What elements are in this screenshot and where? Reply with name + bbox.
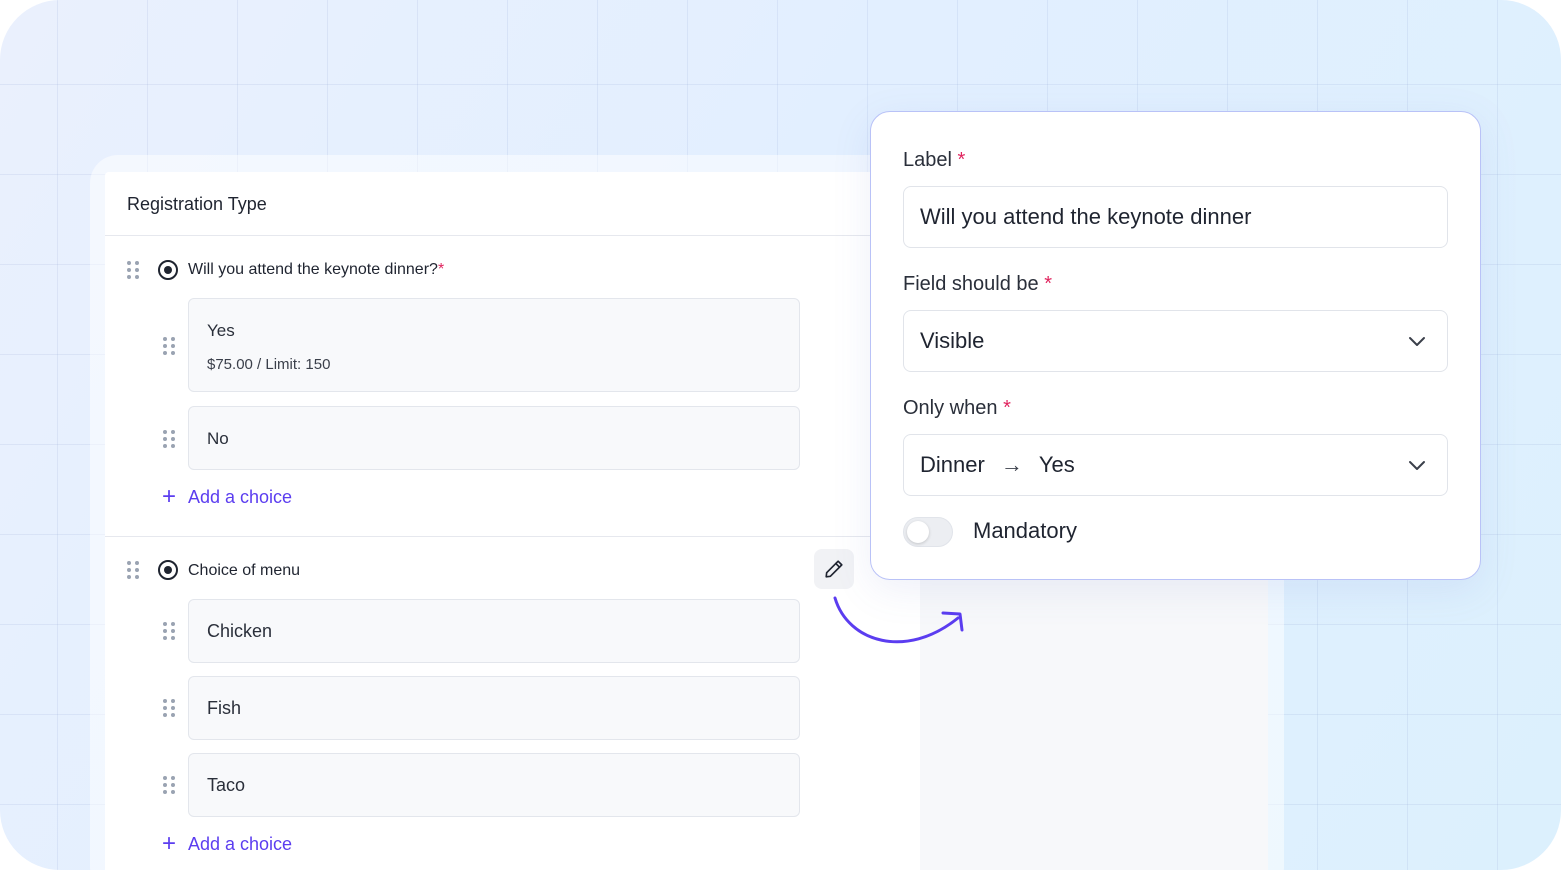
label-field-text: Label	[903, 149, 952, 171]
pencil-icon	[825, 560, 843, 578]
choice-label: Taco	[207, 775, 246, 795]
condition-target: Yes	[1038, 452, 1075, 477]
choice-label: Chicken	[207, 621, 273, 641]
visibility-select[interactable]: Visible	[903, 310, 1448, 372]
field-settings-popover: Label * Will you attend the keynote dinn…	[870, 111, 1481, 580]
required-asterisk: *	[437, 261, 445, 278]
choice-chicken[interactable]: Chicken	[188, 599, 800, 663]
visibility-field-text: Field should be	[903, 273, 1039, 295]
arrow-right-icon: →	[1000, 452, 1023, 477]
drag-handle-icon[interactable]	[127, 561, 139, 579]
drag-handle-icon[interactable]	[163, 337, 175, 355]
drag-handle-icon[interactable]	[163, 622, 175, 640]
mandatory-label: Mandatory	[973, 518, 1077, 543]
edit-field-button[interactable]	[814, 549, 854, 589]
section-title: Registration Type	[127, 194, 267, 214]
required-asterisk: *	[1044, 273, 1053, 295]
choice-no[interactable]: No	[188, 406, 800, 470]
mandatory-toggle[interactable]	[903, 517, 953, 547]
visibility-select-value: Visible	[920, 328, 985, 353]
radio-icon	[158, 260, 178, 280]
plus-icon: +	[161, 483, 176, 510]
chevron-down-icon	[1409, 337, 1425, 346]
condition-field-text: Only when	[903, 397, 998, 419]
chevron-down-icon	[1409, 461, 1425, 470]
label-input[interactable]: Will you attend the keynote dinner	[903, 186, 1448, 248]
background-stage: Registration Type Will you attend the ke…	[0, 0, 1561, 870]
curved-arrow-icon	[833, 596, 964, 644]
label-field-label: Label *	[903, 149, 965, 172]
section-divider	[105, 235, 920, 236]
drag-handle-icon[interactable]	[163, 430, 175, 448]
choice-fish[interactable]: Fish	[188, 676, 800, 740]
radio-icon	[158, 560, 178, 580]
condition-field-label: Only when *	[903, 397, 1011, 420]
plus-icon: +	[161, 830, 176, 857]
question-label[interactable]: Will you attend the keynote dinner?*	[188, 261, 444, 279]
choice-price-limit: $75.00 / Limit: 150	[207, 356, 331, 373]
condition-select[interactable]: Dinner → Yes	[903, 434, 1448, 496]
condition-source: Dinner	[920, 452, 985, 477]
required-asterisk: *	[1003, 397, 1011, 419]
form-fields-pane: Registration Type Will you attend the ke…	[105, 172, 920, 870]
question-divider	[105, 536, 920, 537]
drag-handle-icon[interactable]	[163, 699, 175, 717]
choice-label: Fish	[207, 698, 242, 718]
add-choice-button[interactable]: + Add a choice	[160, 485, 292, 509]
label-input-value: Will you attend the keynote dinner	[920, 204, 1252, 229]
required-asterisk: *	[957, 149, 966, 171]
add-choice-label: Add a choice	[188, 833, 293, 854]
question-label[interactable]: Choice of menu	[188, 562, 300, 580]
drag-handle-icon[interactable]	[163, 776, 175, 794]
question-label-text: Will you attend the keynote dinner?	[188, 261, 438, 278]
add-choice-label: Add a choice	[188, 486, 293, 507]
choice-yes[interactable]: Yes $75.00 / Limit: 150	[188, 298, 800, 392]
choice-taco[interactable]: Taco	[188, 753, 800, 817]
add-choice-button[interactable]: + Add a choice	[160, 832, 292, 856]
visibility-field-label: Field should be *	[903, 273, 1052, 296]
drag-handle-icon[interactable]	[127, 261, 139, 279]
choice-label: No	[207, 429, 229, 448]
choice-label: Yes	[207, 321, 235, 340]
